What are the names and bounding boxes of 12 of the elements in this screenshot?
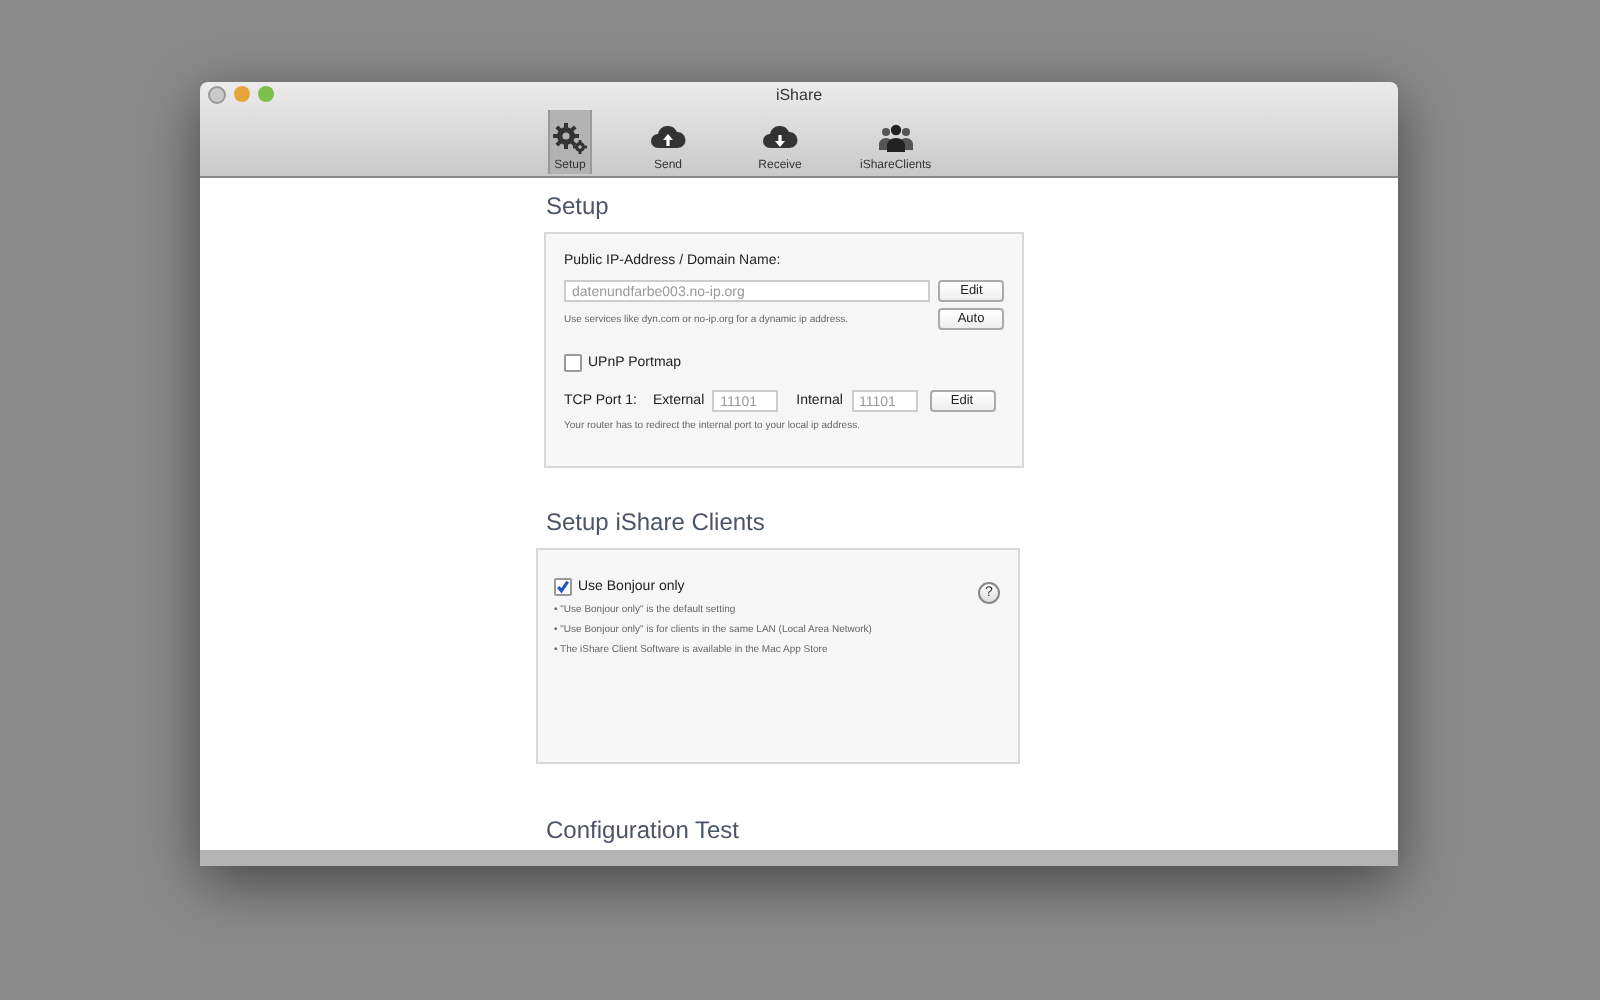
cloud-upload-icon bbox=[650, 122, 686, 154]
section-heading: Configuration Test bbox=[546, 816, 742, 844]
people-icon bbox=[877, 122, 914, 154]
section-heading: Setup bbox=[546, 192, 611, 220]
gears-icon bbox=[552, 122, 588, 154]
section-heading: Setup iShare Clients bbox=[546, 508, 767, 536]
checkmark-icon bbox=[556, 578, 570, 596]
minimize-button[interactable] bbox=[234, 86, 250, 102]
cloud-download-icon bbox=[762, 122, 798, 154]
window-title: iShare bbox=[773, 86, 825, 104]
close-button[interactable] bbox=[208, 86, 226, 104]
zoom-button[interactable] bbox=[258, 86, 274, 102]
